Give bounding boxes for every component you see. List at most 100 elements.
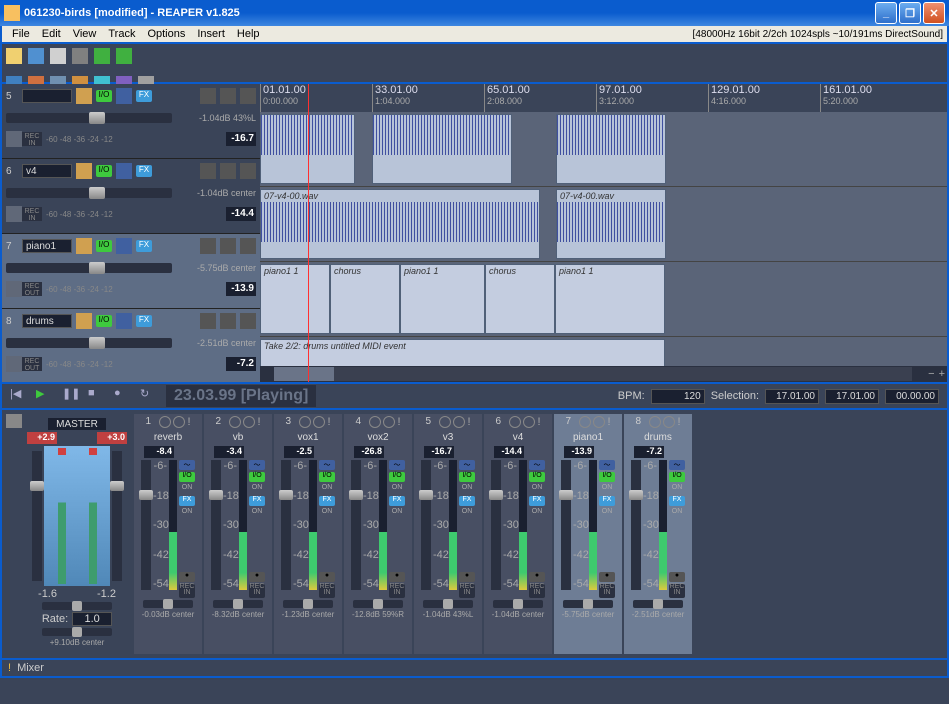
media-item[interactable]: piano1 1 — [555, 264, 665, 334]
mixer-channel[interactable]: 1 ! reverb -8.4 -6--18--30--42--54- 〜 I/… — [134, 414, 202, 654]
on-button-2[interactable]: ON — [599, 508, 615, 518]
scroll-thumb[interactable] — [274, 367, 334, 381]
channel-pan[interactable] — [563, 600, 613, 608]
recmode-button[interactable]: RECIN — [249, 584, 265, 598]
on-button-2[interactable]: ON — [319, 508, 335, 518]
menu-icon[interactable]: ! — [537, 416, 540, 430]
menu-icon[interactable]: ! — [257, 416, 260, 430]
menu-icon[interactable]: ! — [327, 416, 330, 430]
monitor-icon[interactable] — [6, 281, 22, 297]
on-button-2[interactable]: ON — [389, 508, 405, 518]
menu-icon[interactable]: ! — [467, 416, 470, 430]
undo-icon[interactable] — [94, 48, 110, 64]
recarm-button[interactable]: ● — [389, 572, 405, 582]
rec-mode[interactable]: REC OUT — [22, 357, 42, 371]
mute-icon[interactable] — [200, 313, 216, 329]
save-icon[interactable] — [50, 48, 66, 64]
menu-options[interactable]: Options — [141, 26, 191, 42]
mixer-tab[interactable]: Mixer — [17, 662, 44, 674]
monitor-icon[interactable] — [6, 356, 22, 372]
mixer-channel[interactable]: 5 ! v3 -16.7 -6--18--30--42--54- 〜 I/O O… — [414, 414, 482, 654]
recarm-icon[interactable] — [240, 313, 256, 329]
media-item[interactable]: piano1 1 — [400, 264, 485, 334]
env-button[interactable]: 〜 — [529, 460, 545, 470]
on-button-2[interactable]: ON — [179, 508, 195, 518]
master-channel[interactable]: MASTER +2.9+3.0 -1.6-1.2 Rate: +9.10dB c… — [22, 414, 132, 654]
mute-button[interactable] — [159, 416, 171, 428]
pause-button[interactable]: ❚❚ — [62, 387, 80, 405]
recarm-icon[interactable] — [240, 88, 256, 104]
bpm-input[interactable] — [651, 389, 705, 404]
recmode-button[interactable]: RECIN — [459, 584, 475, 598]
stop-button[interactable]: ■ — [88, 387, 106, 405]
channel-pan[interactable] — [213, 600, 263, 608]
open-icon[interactable] — [28, 48, 44, 64]
play-cursor[interactable] — [308, 84, 309, 382]
rewind-button[interactable]: |◀ — [10, 387, 28, 405]
channel-fader[interactable] — [561, 460, 571, 590]
env-button[interactable]: 〜 — [669, 460, 685, 470]
mixer-channel[interactable]: 2 ! vb -3.4 -6--18--30--42--54- 〜 I/O ON… — [204, 414, 272, 654]
monitor-icon[interactable] — [6, 131, 22, 147]
track-panel[interactable]: 6 I/O FX -1.04dB center REC IN -60 -48 -… — [2, 159, 260, 234]
fx-button[interactable]: FX — [249, 496, 265, 506]
recmode-button[interactable]: RECIN — [669, 584, 685, 598]
recmode-button[interactable]: RECIN — [179, 584, 195, 598]
on-button[interactable]: ON — [669, 484, 685, 494]
recarm-button[interactable]: ● — [599, 572, 615, 582]
io-button[interactable]: I/O — [249, 472, 265, 482]
env-icon[interactable] — [116, 88, 132, 104]
menu-icon[interactable]: ! — [187, 416, 190, 430]
fx-button[interactable]: FX — [389, 496, 405, 506]
solo-button[interactable] — [523, 416, 535, 428]
track-name-input[interactable] — [22, 89, 72, 103]
channel-fader[interactable] — [211, 460, 221, 590]
master-fader-r[interactable] — [112, 451, 122, 581]
env-button[interactable]: 〜 — [459, 460, 475, 470]
fx-button[interactable]: FX — [599, 496, 615, 506]
menu-file[interactable]: File — [6, 26, 36, 42]
horizontal-scrollbar[interactable]: − + — [260, 366, 947, 382]
mute-button[interactable] — [299, 416, 311, 428]
media-item[interactable]: piano1 1 — [260, 264, 330, 334]
selection-start[interactable] — [765, 389, 819, 404]
recarm-button[interactable]: ● — [249, 572, 265, 582]
mute-button[interactable] — [649, 416, 661, 428]
folder-icon[interactable] — [76, 88, 92, 104]
new-icon[interactable] — [6, 48, 22, 64]
folder-icon[interactable] — [76, 313, 92, 329]
on-button[interactable]: ON — [459, 484, 475, 494]
mute-icon[interactable] — [200, 238, 216, 254]
mixer-menu-icon[interactable] — [6, 414, 22, 428]
fx-button[interactable]: FX — [136, 90, 152, 102]
mixer-channel[interactable]: 8 ! drums -7.2 -6--18--30--42--54- 〜 I/O… — [624, 414, 692, 654]
media-item[interactable] — [556, 114, 666, 184]
settings-icon[interactable] — [72, 48, 88, 64]
channel-name[interactable]: vox2 — [367, 432, 388, 444]
volume-fader[interactable] — [6, 338, 172, 348]
volume-fader[interactable] — [6, 263, 172, 273]
io-button[interactable]: I/O — [96, 165, 112, 177]
menu-view[interactable]: View — [67, 26, 103, 42]
rate-input[interactable] — [72, 612, 112, 626]
rec-mode[interactable]: REC OUT — [22, 282, 42, 296]
selection-end[interactable] — [825, 389, 879, 404]
mute-button[interactable] — [229, 416, 241, 428]
io-button[interactable]: I/O — [529, 472, 545, 482]
env-button[interactable]: 〜 — [599, 460, 615, 470]
channel-fader[interactable] — [141, 460, 151, 590]
fx-button[interactable]: FX — [136, 165, 152, 177]
play-button[interactable]: ▶ — [36, 387, 54, 405]
recarm-button[interactable]: ● — [179, 572, 195, 582]
io-button[interactable]: I/O — [96, 240, 112, 252]
arrange-view[interactable]: 01.01.000:00.00033.01.001:04.00065.01.00… — [260, 84, 947, 382]
channel-pan[interactable] — [283, 600, 333, 608]
media-item[interactable]: 07-v4-00.wav — [556, 189, 666, 259]
channel-name[interactable]: drums — [644, 432, 672, 444]
channel-fader[interactable] — [351, 460, 361, 590]
track-panel[interactable]: 8 I/O FX -2.51dB center REC OUT -60 -48 … — [2, 309, 260, 382]
recmode-button[interactable]: RECIN — [319, 584, 335, 598]
timeline-ruler[interactable]: 01.01.000:00.00033.01.001:04.00065.01.00… — [260, 84, 947, 112]
monitor-icon[interactable] — [6, 206, 22, 222]
channel-fader[interactable] — [631, 460, 641, 590]
